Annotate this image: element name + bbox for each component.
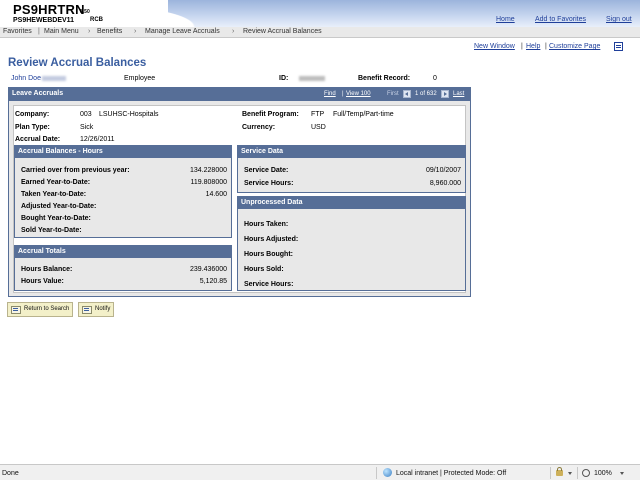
hours-value-value: 5,120.85 bbox=[199, 278, 227, 285]
system-title: PS9HRTRN bbox=[13, 2, 85, 17]
accrual-totals-panel: Accrual Totals Hours Balance: 239.436000… bbox=[14, 245, 232, 291]
breadcrumb-separator: › bbox=[232, 28, 235, 35]
unprocessed-data-header: Unprocessed Data bbox=[238, 197, 465, 209]
accrual-date-value: 12/26/2011 bbox=[80, 136, 115, 143]
id-label: ID: bbox=[279, 75, 289, 82]
earned-ytd-value: 119.808000 bbox=[190, 179, 227, 186]
adjusted-ytd-label: Adjusted Year-to-Date: bbox=[21, 203, 97, 210]
accrual-balances-header: Accrual Balances - Hours bbox=[15, 146, 231, 158]
zoom-level[interactable]: 100% bbox=[594, 470, 612, 477]
view-100-link[interactable]: View 100 bbox=[346, 91, 371, 97]
breadcrumb: Favorites | Main Menu › Benefits › Manag… bbox=[0, 27, 640, 38]
company-code: 003 bbox=[80, 111, 92, 118]
earned-ytd-label: Earned Year-to-Date: bbox=[21, 179, 91, 186]
plan-type-value: Sick bbox=[80, 124, 94, 131]
redacted-employee-id bbox=[299, 75, 325, 82]
page-layout-icon[interactable] bbox=[614, 42, 623, 51]
sign-out-link[interactable]: Sign out bbox=[606, 16, 632, 23]
leave-accruals-panel: Leave Accruals Find | View 100 First 1 o… bbox=[8, 87, 471, 297]
company-label: Company: bbox=[15, 111, 50, 118]
zoom-dropdown-icon[interactable] bbox=[620, 472, 624, 475]
service-data-header: Service Data bbox=[238, 146, 465, 158]
next-icon[interactable] bbox=[441, 90, 449, 98]
unprocessed-hours-adjusted-label: Hours Adjusted: bbox=[244, 236, 299, 243]
header-bar: PS9HRTRN 8.50 PS9HEWEBDEV11 RCB Home Add… bbox=[0, 0, 640, 27]
unprocessed-hours-taken-label: Hours Taken: bbox=[244, 221, 289, 228]
previous-icon[interactable] bbox=[403, 90, 411, 98]
database-name: PS9HEWEBDEV11 bbox=[13, 17, 75, 24]
service-data-panel: Service Data Service Date: 09/10/2007 Se… bbox=[237, 145, 466, 193]
employee-role: Employee bbox=[124, 75, 156, 82]
new-window-link[interactable]: New Window bbox=[474, 43, 515, 50]
breadcrumb-separator: | bbox=[38, 28, 40, 35]
carried-over-value: 134.228000 bbox=[190, 167, 227, 174]
help-link[interactable]: Help bbox=[526, 43, 540, 50]
page: PS9HRTRN 8.50 PS9HEWEBDEV11 RCB Home Add… bbox=[0, 0, 640, 480]
service-date-value: 09/10/2007 bbox=[425, 167, 461, 174]
protected-mode-icon[interactable] bbox=[556, 467, 563, 476]
benefit-record-label: Benefit Record: bbox=[358, 75, 411, 82]
unprocessed-service-hours-label: Service Hours: bbox=[244, 281, 294, 288]
benefit-program-name: Full/Temp/Part-time bbox=[333, 111, 394, 118]
home-link[interactable]: Home bbox=[496, 16, 515, 23]
unprocessed-hours-bought-label: Hours Bought: bbox=[244, 251, 293, 258]
breadcrumb-separator: › bbox=[88, 28, 91, 35]
sold-ytd-label: Sold Year-to-Date: bbox=[21, 227, 82, 234]
breadcrumb-manage-leave-accruals[interactable]: Manage Leave Accruals bbox=[145, 28, 220, 35]
notify-button[interactable]: Notify bbox=[78, 302, 115, 317]
employee-name-link[interactable]: John Doe bbox=[11, 75, 66, 82]
leave-accruals-header: Leave Accruals Find | View 100 First 1 o… bbox=[9, 88, 470, 101]
customize-page-link[interactable]: Customize Page bbox=[549, 43, 600, 50]
system-version: 8.50 bbox=[80, 9, 90, 15]
currency-label: Currency: bbox=[242, 124, 276, 131]
node-name: RCB bbox=[90, 17, 103, 23]
service-hours-label: Service Hours: bbox=[244, 180, 294, 187]
find-link[interactable]: Find bbox=[324, 91, 336, 97]
benefit-program-label: Benefit Program: bbox=[242, 111, 299, 118]
first-link[interactable]: First bbox=[387, 91, 399, 97]
unprocessed-hours-sold-label: Hours Sold: bbox=[244, 266, 284, 273]
hours-balance-label: Hours Balance: bbox=[21, 266, 73, 273]
benefit-record-value: 0 bbox=[433, 75, 437, 82]
status-text: Done bbox=[2, 470, 19, 477]
breadcrumb-separator: › bbox=[134, 28, 137, 35]
accrual-totals-header: Accrual Totals bbox=[15, 246, 231, 258]
breadcrumb-current: Review Accrual Balances bbox=[243, 28, 322, 35]
taken-ytd-value: 14.600 bbox=[205, 191, 227, 198]
hours-balance-value: 239.436000 bbox=[190, 266, 227, 273]
breadcrumb-favorites[interactable]: Favorites bbox=[3, 28, 32, 35]
browser-status-bar: Done Local intranet | Protected Mode: Of… bbox=[0, 464, 640, 480]
breadcrumb-main-menu[interactable]: Main Menu bbox=[44, 28, 79, 35]
globe-icon bbox=[383, 468, 392, 477]
unprocessed-data-panel: Unprocessed Data Hours Taken: Hours Adju… bbox=[237, 196, 466, 291]
company-name: LSUHSC-Hospitals bbox=[99, 111, 159, 118]
accrual-balances-panel: Accrual Balances - Hours Carried over fr… bbox=[14, 145, 232, 238]
taken-ytd-label: Taken Year-to-Date: bbox=[21, 191, 87, 198]
hours-value-label: Hours Value: bbox=[21, 278, 64, 285]
currency-value: USD bbox=[311, 124, 326, 131]
breadcrumb-benefits[interactable]: Benefits bbox=[97, 28, 122, 35]
leave-accruals-title: Leave Accruals bbox=[12, 90, 64, 97]
plan-type-label: Plan Type: bbox=[15, 124, 50, 131]
chevron-down-icon[interactable] bbox=[568, 472, 572, 475]
redacted-id bbox=[41, 75, 66, 81]
bought-ytd-label: Bought Year-to-Date: bbox=[21, 215, 91, 222]
return-to-search-button[interactable]: Return to Search bbox=[7, 302, 74, 317]
add-to-favorites-link[interactable]: Add to Favorites bbox=[535, 16, 586, 23]
service-date-label: Service Date: bbox=[244, 167, 289, 174]
carried-over-label: Carried over from previous year: bbox=[21, 167, 130, 174]
service-hours-value: 8,960.000 bbox=[429, 180, 461, 187]
notify-icon bbox=[82, 306, 92, 314]
row-range: 1 of 632 bbox=[415, 91, 437, 97]
security-zone: Local intranet | Protected Mode: Off bbox=[396, 470, 507, 477]
list-icon bbox=[11, 306, 21, 314]
accrual-date-label: Accrual Date: bbox=[15, 136, 61, 143]
benefit-program-code: FTP bbox=[311, 111, 325, 118]
zoom-icon[interactable] bbox=[582, 469, 590, 477]
page-title: Review Accrual Balances bbox=[8, 57, 147, 69]
last-link[interactable]: Last bbox=[453, 91, 464, 97]
